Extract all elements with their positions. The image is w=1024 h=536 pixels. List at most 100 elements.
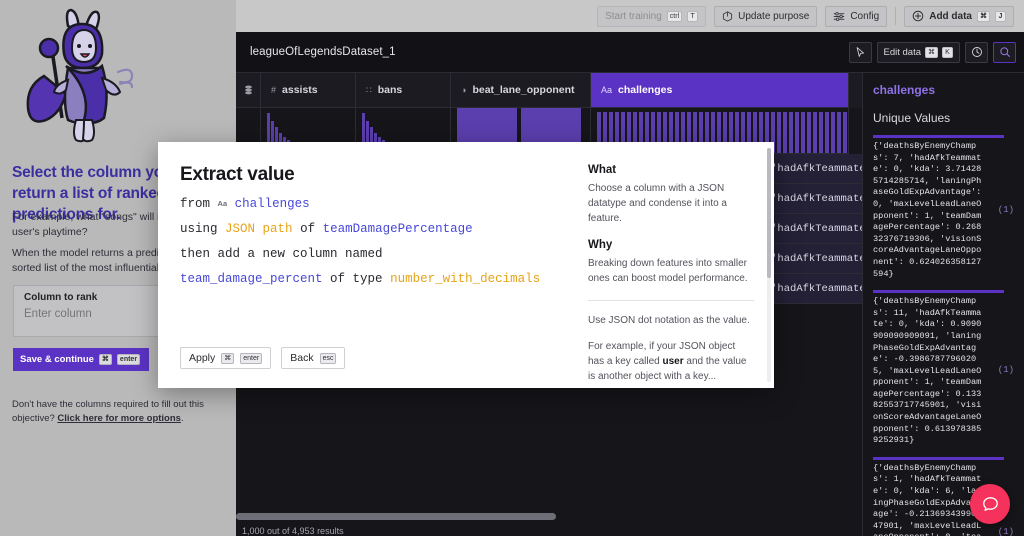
histogram-bar: [819, 112, 823, 153]
what-heading: What: [588, 164, 617, 176]
results-count: 1,000 out of 4,953 results: [242, 526, 344, 536]
modal-line-newcolumn: team_damage_percent of type number_with_…: [180, 272, 550, 286]
search-icon: [999, 47, 1010, 57]
cube-icon: [723, 10, 733, 22]
dataset-title: leagueOfLegendsDataset_1: [250, 46, 396, 58]
histogram-bar: [843, 112, 847, 153]
using-keyword: using: [180, 222, 218, 236]
source-column-token[interactable]: challenges: [235, 197, 310, 211]
config-label: Config: [850, 10, 880, 22]
column-header-beat_lane_opponent[interactable]: ◑ beat_lane_opponent: [451, 73, 591, 108]
unique-value-item[interactable]: {'deathsByEnemyChamps': 11, 'hadAfkTeamm…: [873, 290, 1016, 447]
scrollbar-thumb[interactable]: [236, 513, 556, 520]
column-type-icon: #: [271, 85, 277, 95]
histogram-bar: [789, 112, 793, 153]
search-button[interactable]: [993, 41, 1016, 63]
cmd-key-badge: ⌘: [925, 46, 938, 58]
histogram-bar: [837, 112, 841, 153]
sliders-icon: [834, 11, 845, 21]
more-options-link[interactable]: Click here for more options: [57, 413, 181, 424]
toolbar-divider: [895, 7, 897, 25]
history-button[interactable]: [965, 41, 988, 63]
start-training-button[interactable]: Start training ctrl T: [597, 5, 707, 27]
what-text: Choose a column with a JSON datatype and…: [588, 183, 727, 224]
onboarding-footer-suffix: .: [180, 413, 184, 425]
cursor-tool-button[interactable]: [848, 41, 872, 63]
why-heading: Why: [588, 239, 613, 251]
update-purpose-button[interactable]: Update purpose: [714, 5, 818, 27]
histogram-bar: [777, 112, 781, 153]
column-header-label: beat_lane_opponent: [472, 84, 575, 96]
modal-title: Extract value: [180, 164, 295, 185]
inspector-column-name: challenges: [873, 83, 936, 97]
why-text: Breaking down features into smaller ones…: [588, 258, 748, 284]
unique-value-count: (1): [997, 365, 1014, 376]
json-path-value-token[interactable]: teamDamagePercentage: [323, 222, 473, 236]
unique-value-count: (1): [997, 526, 1014, 536]
modal-scrollbar-thumb[interactable]: [767, 148, 771, 278]
apply-label: Apply: [189, 352, 216, 364]
unique-value-text: {'deathsByEnemyChamps': 11, 'hadAfkTeamm…: [873, 296, 982, 446]
column-type-icon: ∷: [366, 84, 372, 95]
edit-data-label: Edit data: [883, 46, 922, 58]
help-divider: [588, 300, 754, 301]
column-type-icon: Aa: [601, 85, 613, 95]
column-header-label: challenges: [618, 84, 673, 96]
text-type-badge: Aa: [217, 199, 228, 209]
esc-key-badge: esc: [319, 352, 337, 364]
horizontal-scrollbar[interactable]: [236, 513, 856, 520]
column-type-icon: ◑: [461, 85, 467, 95]
column-header-label: bans: [377, 84, 403, 96]
histogram-bar: [801, 112, 805, 153]
top-toolbar: Start training ctrl T Update purpose Con…: [236, 0, 1024, 32]
t-key-badge: T: [687, 10, 699, 22]
plus-circle-icon: [912, 10, 924, 22]
k-key-badge: K: [942, 46, 953, 58]
cmd-key-badge: ⌘: [221, 352, 235, 364]
modal-actions: Apply ⌘ enter Back esc: [180, 347, 346, 369]
help-button[interactable]: [970, 484, 1010, 524]
database-icon: [244, 85, 252, 95]
histogram-bar: [795, 112, 799, 153]
unique-values-heading: Unique Values: [873, 111, 951, 125]
dataset-header: leagueOfLegendsDataset_1 Edit data ⌘ K: [236, 32, 1024, 73]
j-key-badge: J: [995, 10, 1006, 22]
histogram-bar: [831, 112, 835, 153]
column-header-assists[interactable]: # assists: [261, 73, 356, 108]
json-path-token[interactable]: JSON path: [225, 222, 293, 236]
unique-value-count: (1): [997, 204, 1014, 215]
save-and-continue-button[interactable]: Save & continue ⌘ enter: [13, 348, 149, 371]
cursor-arrow-icon: [856, 47, 864, 57]
of-type-keyword: of type: [330, 272, 383, 286]
help-note-1: Use JSON dot notation as the value.: [588, 315, 750, 326]
clock-icon: [971, 47, 982, 57]
back-button[interactable]: Back esc: [281, 347, 346, 369]
column-header-label: assists: [282, 84, 318, 96]
modal-scrollbar[interactable]: [767, 148, 771, 382]
from-keyword: from: [180, 197, 211, 211]
edit-data-button[interactable]: Edit data ⌘ K: [876, 41, 960, 63]
histogram-bar: [807, 112, 811, 153]
new-column-name-token[interactable]: team_damage_percent: [180, 272, 323, 286]
unique-value-item[interactable]: {'deathsByEnemyChamps': 7, 'hadAfkTeamma…: [873, 135, 1016, 280]
start-training-label: Start training: [605, 10, 662, 22]
unique-value-bar: [873, 135, 1004, 138]
cmd-key-badge: ⌘: [98, 354, 112, 365]
unique-value-bar: [873, 290, 1004, 294]
unique-value-text: {'deathsByEnemyChamps': 1, 'hadAfkTeamma…: [873, 462, 982, 536]
chat-bubble-icon: [982, 496, 998, 511]
ctrl-key-badge: ctrl: [666, 10, 683, 22]
add-data-label: Add data: [929, 10, 972, 22]
new-column-type-token[interactable]: number_with_decimals: [390, 272, 540, 286]
config-button[interactable]: Config: [825, 5, 888, 27]
unique-value-text: {'deathsByEnemyChamps': 7, 'hadAfkTeamma…: [873, 141, 982, 279]
cmd-key-badge: ⌘: [977, 10, 990, 22]
add-data-button[interactable]: Add data ⌘ J: [904, 5, 1014, 27]
apply-button[interactable]: Apply ⌘ enter: [180, 347, 272, 369]
histogram-bar: [783, 112, 787, 153]
column-header-bans[interactable]: ∷ bans: [356, 73, 451, 108]
update-purpose-label: Update purpose: [738, 10, 810, 22]
modal-help-panel: What Choose a column with a JSON datatyp…: [570, 142, 774, 388]
column-inspector-panel: challenges Unique Values {'deathsByEnemy…: [862, 73, 1024, 536]
column-header-challenges[interactable]: Aa challenges: [591, 73, 849, 108]
